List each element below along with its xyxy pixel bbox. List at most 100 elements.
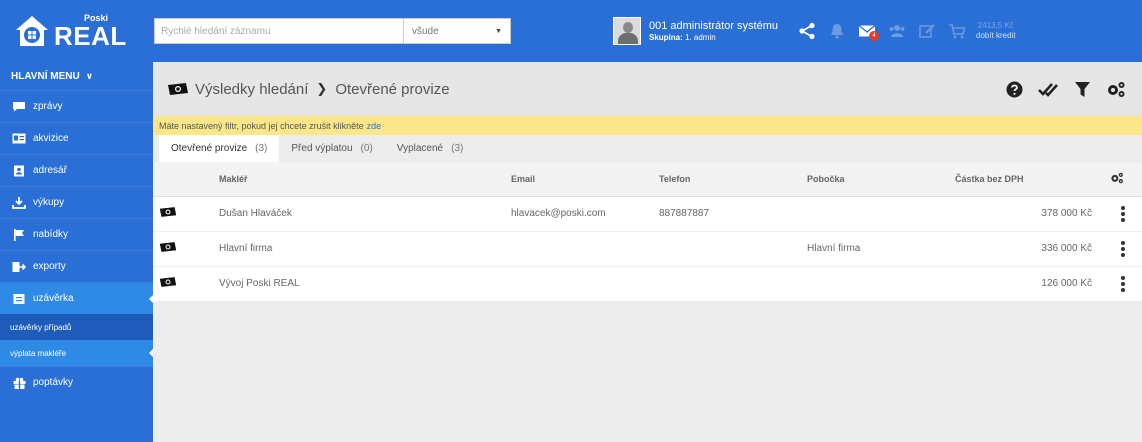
export-icon [11, 261, 27, 273]
search-input[interactable] [155, 19, 404, 43]
row-menu-icon[interactable] [1110, 205, 1136, 222]
sidebar-subitem-label: uzávěrky případů [10, 322, 72, 332]
folder-icon [11, 293, 27, 305]
cell-amount: 336 000 Kč [949, 231, 1104, 267]
table-header-row: Makléř Email Telefon Pobočka Částka bez … [153, 162, 1142, 197]
user-group-label: Skupina: [649, 32, 683, 42]
sidebar-item-akvizice[interactable]: akvizice [0, 122, 153, 154]
users-button[interactable] [883, 17, 911, 45]
credit-box[interactable]: 2413,5 Kč dobít kredit [976, 21, 1016, 40]
gears-icon [1111, 172, 1123, 183]
main-menu-toggle[interactable]: HLAVNÍ MENU ∨ [0, 62, 153, 90]
row-menu-icon[interactable] [1110, 240, 1136, 257]
tab-otevrene-provize[interactable]: Otevřené provize (3) [159, 135, 280, 162]
house-logo-icon [16, 16, 48, 46]
avatar [613, 17, 641, 45]
search-scope-select[interactable]: všude ▼ [404, 19, 510, 43]
table-row[interactable]: Hlavní firma Hlavní firma 336 000 Kč [153, 231, 1142, 267]
sidebar-item-label: exporty [33, 261, 66, 272]
sidebar-item-exporty[interactable]: exporty [0, 250, 153, 282]
user-info[interactable]: 001 administrátor systému Skupina: 1. ad… [613, 17, 778, 45]
top-bar: Poski REAL všude ▼ 001 administrátor sys… [0, 0, 1142, 62]
cell-branch [801, 196, 949, 232]
tab-pred-vyplatou[interactable]: Před výplatou (0) [279, 135, 384, 162]
sidebar-item-uzaverka[interactable]: uzávěrka [0, 282, 154, 314]
cart-button[interactable] [943, 17, 971, 45]
flag-icon [11, 228, 27, 241]
cart-icon [949, 24, 966, 39]
column-header-phone[interactable]: Telefon [653, 162, 801, 197]
tab-label: Otevřené provize [171, 143, 248, 154]
bell-icon [831, 24, 843, 39]
sidebar-item-nabidky[interactable]: nabídky [0, 218, 153, 250]
page-title: Otevřené provize [335, 80, 450, 98]
double-check-icon [1038, 82, 1058, 97]
cell-broker: Vývoj Poski REAL [213, 266, 505, 302]
cell-phone [653, 266, 801, 302]
sidebar-item-label: výkupy [33, 197, 65, 208]
mail-count-badge: 4 [869, 31, 879, 41]
top-icons: 4 2413,5 Kč dobít kredit [792, 17, 1016, 45]
tab-label: Před výplatou [291, 143, 353, 154]
cell-phone: 887887887 [653, 196, 801, 232]
cell-email: hlavacek@poski.com [505, 196, 653, 232]
sidebar-item-label: akvizice [33, 133, 69, 144]
top-up-link[interactable]: dobít kredit [976, 31, 1016, 41]
help-icon [1006, 81, 1022, 97]
cell-email [505, 266, 653, 302]
tab-count: (3) [255, 143, 268, 154]
sidebar-item-vykupy[interactable]: výkupy [0, 186, 153, 218]
edit-button[interactable] [913, 17, 941, 45]
money-icon [159, 242, 177, 252]
money-icon [168, 83, 188, 95]
breadcrumb-separator-icon: ❯ [316, 81, 328, 96]
app: Poski REAL všude ▼ 001 administrátor sys… [0, 0, 1142, 442]
sidebar-subitem-uzaverky-pripadu[interactable]: uzávěrky případů [0, 314, 153, 340]
sidebar-item-label: poptávky [33, 377, 74, 388]
filter-notice-text: Máte nastavený filtr, pokud jej chcete z… [159, 120, 364, 131]
column-settings-button[interactable] [1104, 162, 1142, 197]
tab-label: Vyplacené [396, 143, 444, 154]
filter-icon [1074, 81, 1090, 97]
tab-count: (0) [360, 143, 373, 154]
breadcrumb-results[interactable]: Výsledky hledání [195, 81, 308, 98]
share-button[interactable] [793, 17, 821, 45]
settings-button[interactable] [1100, 73, 1132, 105]
logo[interactable]: Poski REAL [0, 0, 148, 62]
column-header-branch[interactable]: Pobočka [801, 162, 949, 197]
sidebar: HLAVNÍ MENU ∨ zprávy akvizice adresář vý… [0, 62, 154, 442]
help-button[interactable] [998, 73, 1030, 105]
row-menu-icon[interactable] [1110, 275, 1136, 292]
sidebar-item-adresar[interactable]: adresář [0, 154, 153, 186]
filter-button[interactable] [1066, 73, 1098, 105]
table-row[interactable]: Vývoj Poski REAL 126 000 Kč [153, 266, 1142, 302]
tab-bar: Otevřené provize (3) Před výplatou (0) V… [153, 135, 1142, 162]
sidebar-item-label: adresář [33, 165, 67, 176]
main-menu-title: HLAVNÍ MENU [11, 70, 80, 82]
table-row[interactable]: Dušan Hlaváček hlavacek@poski.com 887887… [153, 196, 1142, 232]
cell-broker: Hlavní firma [213, 231, 505, 267]
clear-filter-link[interactable]: zde [367, 121, 382, 131]
column-header-broker[interactable]: Makléř [213, 162, 505, 197]
sidebar-item-zpravy[interactable]: zprávy [0, 90, 153, 122]
check-all-button[interactable] [1032, 73, 1064, 105]
column-header-email[interactable]: Email [505, 162, 653, 197]
mail-button[interactable]: 4 [853, 17, 881, 45]
edit-icon [919, 24, 935, 38]
column-header-amount[interactable]: Částka bez DPH [949, 162, 1104, 197]
header-tools [996, 73, 1132, 105]
sidebar-item-poptavky[interactable]: poptávky [0, 366, 153, 398]
download-icon [11, 196, 27, 209]
cell-branch: Hlavní firma [801, 231, 949, 267]
main-content: Výsledky hledání ❯ Otevřené provize Máte… [153, 62, 1142, 442]
address-book-icon [11, 165, 27, 177]
user-name: 001 administrátor systému [649, 20, 778, 33]
sidebar-item-label: uzávěrka [33, 293, 74, 304]
gears-icon [1108, 81, 1125, 97]
filter-notice: Máte nastavený filtr, pokud jej chcete z… [153, 116, 1142, 135]
page-header: Výsledky hledání ❯ Otevřené provize [153, 62, 1142, 116]
bell-button[interactable] [823, 17, 851, 45]
sidebar-subitem-vyplata-maklere[interactable]: výplata makléře [0, 340, 154, 366]
commission-table: Makléř Email Telefon Pobočka Částka bez … [153, 162, 1142, 302]
tab-vyplacene[interactable]: Vyplacené (3) [385, 135, 476, 162]
